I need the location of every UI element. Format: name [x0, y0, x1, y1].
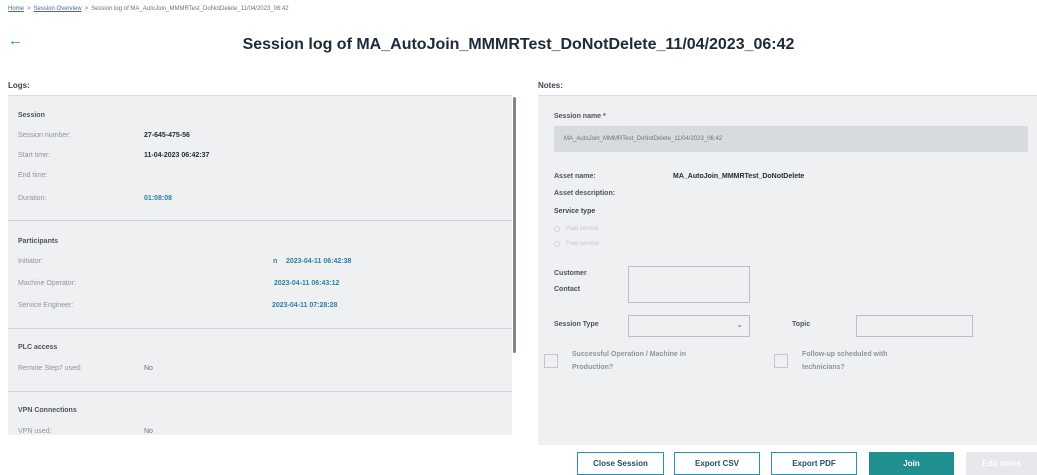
service-engineer-value: 2023-04-11 07:28:28: [272, 302, 338, 309]
divider: [8, 328, 512, 329]
divider: [8, 391, 512, 392]
remote-step7-value: No: [144, 365, 153, 372]
session-number-label: Session number:: [18, 132, 71, 139]
service-engineer-label: Service Engineer:: [18, 302, 74, 309]
breadcrumb-home-link[interactable]: Home: [8, 6, 24, 12]
paid-service-radio[interactable]: Paid service: [554, 226, 599, 232]
customer-contact-textarea[interactable]: [628, 266, 750, 303]
radio-icon: [554, 226, 560, 232]
follow-up-label: Follow-up scheduled with: [802, 351, 888, 358]
successful-operation-checkbox[interactable]: [544, 354, 558, 368]
asset-name-label: Asset name:: [554, 173, 596, 180]
customer-contact-label-2: Contact: [554, 286, 581, 293]
initiator-prefix: n: [273, 258, 278, 265]
duration-value: 01:08:08: [144, 195, 173, 202]
participants-group-title: Participants: [18, 238, 59, 245]
initiator-value: 2023-04-11 06:42:38: [286, 258, 352, 265]
asset-description-label: Asset description:: [554, 190, 616, 197]
topic-label: Topic: [792, 321, 811, 328]
session-name-input[interactable]: MA_AutoJoin_MMMRTest_DoNotDelete_11/04/2…: [554, 126, 1028, 152]
successful-operation-label-2: Production?: [572, 364, 614, 371]
notes-section-label: Notes:: [538, 81, 563, 90]
breadcrumb-current: Session log of MA_AutoJoin_MMMRTest_DoNo…: [91, 6, 289, 12]
start-time-label: Start time:: [18, 152, 50, 159]
machine-operator-value: 2023-04-11 06:43:12: [274, 280, 340, 287]
asset-name-value: MA_AutoJoin_MMMRTest_DoNotDelete: [673, 173, 805, 180]
breadcrumb-separator: >: [27, 6, 31, 12]
initiator-label: Initiator:: [18, 258, 43, 265]
topic-input[interactable]: [856, 315, 973, 337]
remote-step7-label: Remote Step7 used:: [18, 365, 82, 372]
logs-panel: Session Session number: 27-645-475-56 St…: [8, 95, 512, 435]
end-time-label: End time:: [18, 172, 48, 179]
radio-icon: [554, 241, 560, 247]
session-number-value: 27-645-475-56: [144, 132, 190, 139]
plc-access-group-title: PLC access: [18, 344, 58, 351]
vpn-used-label: VPN used:: [18, 428, 52, 435]
customer-contact-label: Customer: [554, 270, 587, 277]
vpn-used-value: No: [144, 428, 153, 435]
follow-up-checkbox[interactable]: [774, 354, 788, 368]
session-group-title: Session: [18, 112, 45, 119]
service-type-label: Service type: [554, 208, 596, 215]
chevron-down-icon: ⌄: [736, 320, 743, 329]
page-title: Session log of MA_AutoJoin_MMMRTest_DoNo…: [242, 36, 795, 53]
breadcrumb: Home > Session Overview > Session log of MA_…: [8, 6, 289, 12]
export-pdf-button[interactable]: Export PDF: [771, 452, 857, 475]
divider: [8, 220, 512, 221]
logs-section-label: Logs:: [8, 81, 30, 90]
paid-service-label: Paid service: [566, 226, 599, 232]
edit-notes-button[interactable]: Edit notes: [966, 452, 1037, 475]
duration-label: Duration:: [18, 195, 47, 202]
session-type-label: Session Type: [554, 321, 599, 328]
session-name-label: Session name *: [554, 113, 606, 120]
breadcrumb-separator: >: [84, 6, 89, 12]
successful-operation-label: Successful Operation / Machine in: [572, 351, 686, 358]
session-type-select[interactable]: ⌄: [628, 315, 750, 337]
machine-operator-label: Machine Operator:: [18, 280, 76, 287]
breadcrumb-session-overview-link[interactable]: Session Overview: [34, 6, 82, 12]
follow-up-label-2: technicians?: [802, 364, 845, 371]
vpn-group-title: VPN Connections: [18, 407, 77, 414]
close-session-button[interactable]: Close Session: [577, 452, 664, 475]
notes-panel: Session name * MA_AutoJoin_MMMRTest_DoNo…: [538, 95, 1037, 445]
free-service-radio[interactable]: Free service: [554, 241, 599, 247]
join-button[interactable]: Join: [869, 452, 954, 475]
start-time-value: 11-04-2023 06:42:37: [144, 152, 210, 159]
export-csv-button[interactable]: Export CSV: [674, 452, 760, 475]
logs-scrollbar[interactable]: [513, 97, 516, 353]
free-service-label: Free service: [566, 241, 600, 247]
